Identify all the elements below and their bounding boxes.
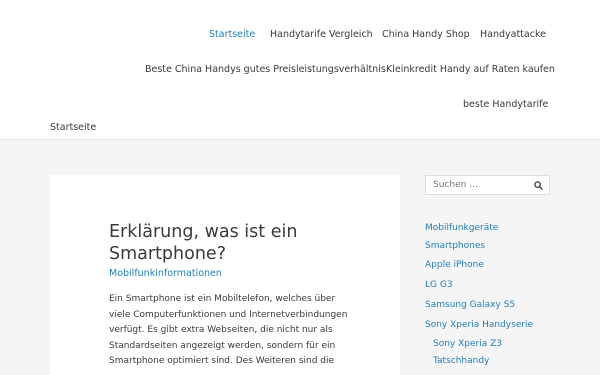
sidebar-link-sony-xperia-z3[interactable]: Sony Xperia Z3	[433, 338, 502, 350]
nav-item-handyattacke[interactable]: Handyattacke	[480, 29, 546, 41]
nav-item-startseite[interactable]: Startseite	[209, 29, 255, 41]
nav-item-beste-handytarife[interactable]: beste Handytarife	[463, 99, 548, 111]
sidebar-link-mobilfunkgeraete[interactable]: Mobilfunkgeräte	[425, 222, 498, 234]
search-input[interactable]	[433, 180, 533, 190]
article-body: Ein Smartphone ist ein Mobiltelefon, wel…	[109, 294, 348, 366]
sidebar-link-samsung-galaxy-s5[interactable]: Samsung Galaxy S5	[425, 299, 515, 311]
site-header: Startseite Handytarife Vergleich China H…	[0, 0, 600, 140]
sidebar-link-tatschhandy[interactable]: Tatschhandy	[433, 355, 489, 367]
sidebar-link-sony-xperia-handyserie[interactable]: Sony Xperia Handyserie	[425, 319, 533, 331]
sidebar-link-lg-g3[interactable]: LG G3	[425, 279, 453, 291]
article-category-link[interactable]: Mobilfunkinformationen	[109, 268, 222, 280]
nav-item-beste-china-handys[interactable]: Beste China Handys gutes Preisleistungsv…	[145, 64, 386, 76]
article-title[interactable]: Erklärung, was ist ein Smartphone?	[109, 221, 369, 265]
sidebar-link-smartphones[interactable]: Smartphones	[425, 240, 485, 252]
search-icon[interactable]	[533, 180, 543, 190]
breadcrumb: Startseite	[50, 122, 97, 133]
article-card: Erklärung, was ist ein Smartphone? Mobil…	[50, 175, 400, 375]
nav-item-china-handy-shop[interactable]: China Handy Shop	[382, 29, 470, 41]
sidebar-link-apple-iphone[interactable]: Apple iPhone	[425, 259, 484, 271]
search-box	[425, 175, 550, 195]
nav-item-kleinkredit-handy[interactable]: Kleinkredit Handy auf Raten kaufen	[386, 64, 555, 76]
nav-item-handytarife-vergleich[interactable]: Handytarife Vergleich	[270, 29, 373, 41]
